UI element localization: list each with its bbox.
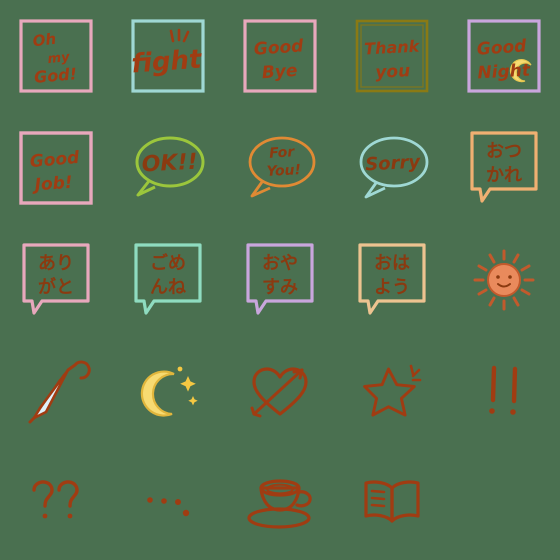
star-dot-icon [177, 366, 183, 372]
sticker-line-2: んね [150, 277, 186, 298]
sticker-oh-my-god[interactable]: Oh my God! [0, 0, 112, 112]
sticker-line-1: Sorry [365, 152, 422, 176]
sticker-oyasumi[interactable]: おや すみ [224, 224, 336, 336]
sun-smiling-icon [473, 249, 535, 311]
sparkle-strokes-icon [169, 28, 190, 43]
sticker-line-2: すみ [262, 277, 298, 298]
sticker-line-1: おや [262, 253, 298, 274]
sticker-open-book[interactable] [336, 448, 448, 560]
sticker-good-job[interactable]: Good Job! [0, 112, 112, 224]
crescent-moon-stars-icon [140, 366, 198, 417]
sticker-line-1: ごめ [150, 252, 186, 274]
sticker-good-bye[interactable]: Good Bye [224, 0, 336, 112]
star-outline-sparkle-icon [363, 364, 422, 417]
sticker-line-2: よう [374, 277, 410, 298]
sticker-line-1: Oh [32, 30, 57, 51]
sticker-line-2: you [375, 61, 411, 83]
star-small-icon [188, 396, 198, 406]
sticker-sorry[interactable]: Sorry [336, 112, 448, 224]
sticker-line-2: がと [38, 276, 74, 298]
sticker-thank-you[interactable]: Thank you [336, 0, 448, 112]
sticker-line-1: おは [374, 253, 410, 274]
sticker-grid: Oh my God! fight Good Bye Thank you Good… [0, 0, 560, 560]
sticker-line-2: Bye [261, 61, 298, 83]
sticker-line-2: かれ [486, 165, 522, 186]
sticker-star-sparkle[interactable] [336, 336, 448, 448]
sticker-arigato[interactable]: あり がと [0, 224, 112, 336]
sticker-fight[interactable]: fight [112, 0, 224, 112]
heart-with-arrow-icon [250, 367, 308, 418]
sticker-line-1: あり [38, 253, 74, 274]
sticker-empty-slot [448, 448, 560, 560]
double-question-icon [32, 480, 79, 519]
sticker-line-1: Thank [364, 37, 421, 59]
umbrella-closed-icon [28, 360, 91, 424]
sticker-line-2: Night [477, 61, 531, 84]
sticker-gomenne[interactable]: ごめ んね [112, 224, 224, 336]
sticker-ohayou[interactable]: おは よう [336, 224, 448, 336]
sticker-smiling-sun[interactable] [448, 224, 560, 336]
sticker-heart-arrow[interactable] [224, 336, 336, 448]
sticker-double-exclamation[interactable] [448, 336, 560, 448]
sticker-line-1: For [269, 144, 296, 162]
sticker-coffee-cup[interactable] [224, 448, 336, 560]
sticker-double-question[interactable] [0, 448, 112, 560]
sticker-otsukare[interactable]: おつ かれ [448, 112, 560, 224]
sticker-line-2: Job! [31, 173, 73, 196]
double-exclamation-icon [489, 365, 518, 415]
sticker-line-1: Good [253, 36, 305, 59]
sticker-ellipsis-dots[interactable] [112, 448, 224, 560]
star-big-icon [180, 376, 196, 392]
sticker-for-you[interactable]: For You! [224, 112, 336, 224]
sticker-line-2: You! [266, 162, 301, 180]
sticker-line-1: おつ [486, 141, 522, 162]
coffee-cup-saucer-icon [247, 479, 312, 529]
sticker-line-1: Good [29, 148, 81, 172]
sticker-closed-umbrella[interactable] [0, 336, 112, 448]
sticker-line-3: God! [33, 64, 77, 87]
open-book-icon [364, 480, 420, 523]
sticker-line-1: OK!! [141, 150, 198, 178]
sparkle-strokes-icon [409, 364, 422, 382]
sticker-good-night[interactable]: Good Night [448, 0, 560, 112]
sticker-ok[interactable]: OK!! [112, 112, 224, 224]
sticker-line-1: fight [130, 45, 204, 80]
sticker-crescent-moon-stars[interactable] [112, 336, 224, 448]
ellipsis-dots-icon [147, 497, 190, 517]
sticker-line-1: Good [476, 36, 528, 59]
